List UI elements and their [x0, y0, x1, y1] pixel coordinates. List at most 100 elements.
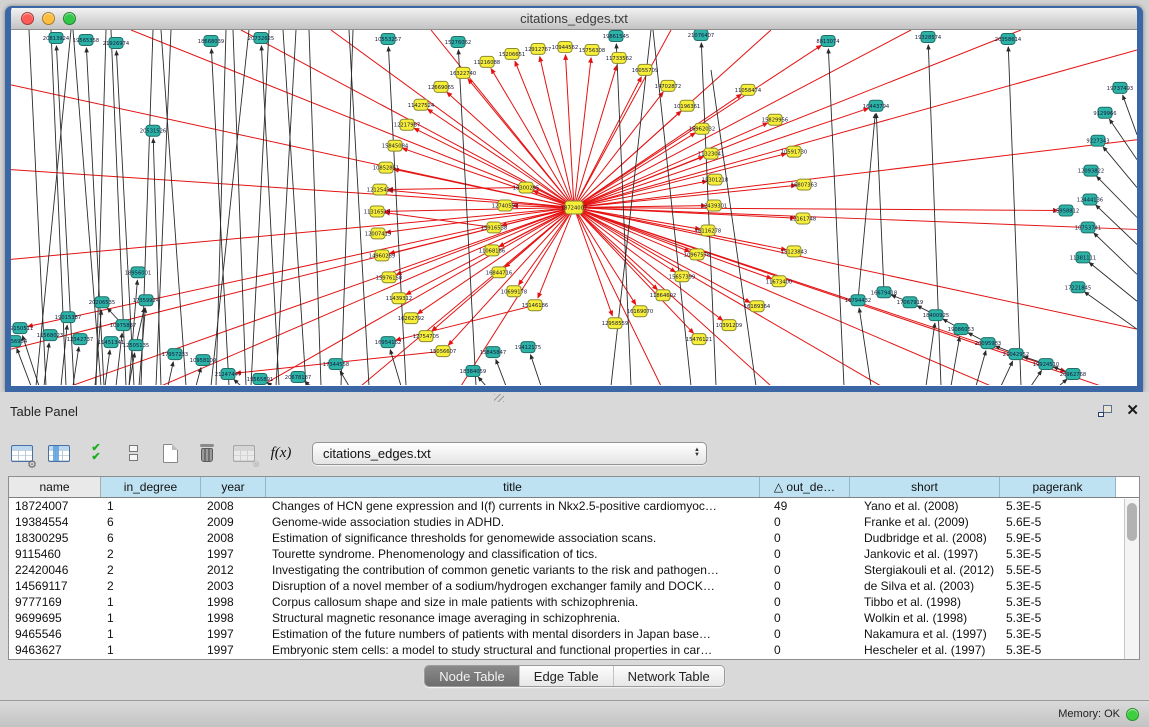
table-row[interactable]: 946554611997Estimation of the future num…	[9, 626, 1139, 642]
graph-node[interactable]: 11216088	[474, 56, 500, 67]
graph-node[interactable]: 11058474	[735, 84, 762, 95]
graph-node[interactable]: 12007415	[365, 228, 391, 239]
graph-node[interactable]: 10944562	[552, 41, 578, 52]
graph-node[interactable]: 11733562	[606, 52, 632, 63]
window-titlebar[interactable]: citations_edges.txt	[11, 8, 1137, 30]
table-row[interactable]: 1938455462009Genome-wide association stu…	[9, 514, 1139, 530]
select-columns-icon[interactable]: ✔✔	[82, 438, 110, 468]
column-header-out_de[interactable]: △ out_de…	[760, 477, 850, 497]
graph-node[interactable]: 20358614	[995, 33, 1022, 44]
minimize-window-icon[interactable]	[42, 12, 55, 25]
graph-node[interactable]: 15756308	[579, 44, 605, 55]
graph-node[interactable]: 15276062	[445, 36, 471, 47]
tab-network-table[interactable]: Network Table	[613, 666, 724, 686]
graph-node[interactable]: 19015387	[55, 312, 81, 323]
table-mode-icon[interactable]: ⚙	[8, 438, 36, 468]
table-row[interactable]: 946362711997Embryonic stem cells: a mode…	[9, 642, 1139, 658]
graph-node[interactable]: 19565358	[73, 34, 99, 45]
graph-node[interactable]: 12439301	[701, 200, 727, 211]
graph-node[interactable]: 20206535	[89, 297, 115, 308]
new-column-icon[interactable]	[156, 438, 184, 468]
graph-node[interactable]: 15146186	[522, 300, 548, 311]
graph-node[interactable]: 20095983	[975, 338, 1001, 349]
graph-node[interactable]: 19565891	[247, 374, 273, 385]
close-panel-icon[interactable]: ✕	[1126, 404, 1139, 418]
graph-node[interactable]: 19328574	[915, 31, 942, 42]
graph-node[interactable]: 17221845	[1065, 282, 1091, 293]
graph-node[interactable]: 20732625	[248, 32, 274, 43]
graph-node[interactable]: 11568023	[37, 330, 63, 341]
graph-node[interactable]: 16169070	[627, 306, 653, 317]
graph-node[interactable]: 12912767	[525, 43, 551, 54]
row-height-icon[interactable]	[119, 438, 147, 468]
graph-node[interactable]: 18384059	[460, 366, 486, 377]
graph-node[interactable]: 15206651	[499, 48, 525, 59]
graph-node[interactable]: 16844716	[486, 267, 512, 278]
column-header-in_degree[interactable]: in_degree	[101, 477, 201, 497]
column-header-name[interactable]: name	[9, 477, 101, 497]
graph-node[interactable]: 8813074	[816, 35, 840, 46]
graph-node[interactable]: 15301218	[702, 174, 728, 185]
graph-node[interactable]: 15123843	[781, 246, 807, 257]
table-row[interactable]: 2242004622012Investigating the contribut…	[9, 562, 1139, 578]
graph-node[interactable]: 16954162	[375, 337, 401, 348]
graph-node[interactable]: 16189364	[744, 301, 771, 312]
table-selector-dropdown[interactable]: citations_edges.txt ▲▼	[312, 442, 707, 465]
graph-node[interactable]: 16443794	[863, 100, 890, 111]
graph-node[interactable]: 12342737	[67, 334, 93, 345]
graph-node[interactable]: 10196361	[674, 100, 700, 111]
graph-node[interactable]: 19861545	[603, 30, 629, 41]
graph-node[interactable]: 12958559	[602, 318, 628, 329]
graph-node[interactable]: 16322740	[450, 67, 476, 78]
table-row[interactable]: 977716911998Corpus callosum shape and si…	[9, 594, 1139, 610]
graph-node[interactable]: 9129966	[1093, 107, 1116, 118]
column-header-short[interactable]: short	[850, 477, 1000, 497]
graph-node[interactable]: 10958109	[190, 355, 216, 366]
graph-node[interactable]: 16679418	[871, 287, 897, 298]
graph-node[interactable]: 16116278	[695, 225, 721, 236]
graph-node[interactable]: 19086053	[948, 324, 974, 335]
graph-node[interactable]: 12093822	[1078, 165, 1104, 176]
graph-node[interactable]: 16794432	[845, 295, 871, 306]
graph-node[interactable]: 10975887	[110, 320, 136, 331]
graph-node[interactable]: 10852851	[373, 162, 399, 173]
graph-node[interactable]: 17344558	[323, 359, 349, 370]
graph-node[interactable]: 15958812	[1053, 205, 1079, 216]
graph-node[interactable]: 10391209	[716, 320, 742, 331]
graph-node[interactable]: 19150511	[11, 323, 33, 334]
delete-table-icon[interactable]: ⊗	[230, 438, 258, 468]
delete-column-icon[interactable]	[193, 438, 221, 468]
table-row[interactable]: 1456911722003Disruption of a novel membe…	[9, 578, 1139, 594]
graph-node[interactable]: 17359924	[133, 295, 160, 306]
graph-node[interactable]: 18400925	[923, 310, 949, 321]
column-header-pagerank[interactable]: pagerank	[1000, 477, 1116, 497]
table-row[interactable]: 969969511998Structural magnetic resonanc…	[9, 610, 1139, 626]
graph-node[interactable]: 12669065	[428, 81, 454, 92]
graph-node[interactable]: 20678187	[285, 372, 311, 383]
graph-node[interactable]: 11427524	[408, 99, 435, 110]
graph-node[interactable]: 15916538	[481, 222, 507, 233]
graph-node[interactable]: 19737493	[1107, 82, 1133, 93]
graph-node[interactable]: 20813924	[43, 32, 70, 43]
graph-node[interactable]: 12217987	[394, 119, 420, 130]
graph-node[interactable]: 17957233	[162, 349, 188, 360]
panel-resize-grip-icon[interactable]	[494, 394, 504, 402]
tab-node-table[interactable]: Node Table	[425, 666, 519, 686]
graph-node[interactable]: 21926974	[103, 37, 130, 48]
graph-node[interactable]: 11316519	[364, 206, 390, 217]
graph-node[interactable]: 15829956	[762, 114, 788, 125]
graph-node[interactable]: 21076407	[688, 30, 714, 40]
memory-ok-indicator-icon[interactable]	[1126, 708, 1139, 721]
tab-edge-table[interactable]: Edge Table	[519, 666, 613, 686]
network-graph[interactable]: 1872400711427524122179871584508410852851…	[11, 30, 1137, 385]
graph-node[interactable]: 18956001	[125, 267, 151, 278]
graph-node[interactable]: 20531526	[140, 125, 166, 136]
network-canvas[interactable]: 1872400711427524122179871584508410852851…	[11, 30, 1137, 385]
column-header-year[interactable]: year	[201, 477, 266, 497]
float-panel-icon[interactable]	[1098, 405, 1112, 417]
graph-node[interactable]: 19412175	[515, 342, 541, 353]
table-row[interactable]: 911546021997Tourette syndrome. Phenomeno…	[9, 546, 1139, 562]
graph-node[interactable]: 10591730	[781, 146, 807, 157]
table-row[interactable]: 1830029562008Estimation of significance …	[9, 530, 1139, 546]
show-column-icon[interactable]	[45, 438, 73, 468]
